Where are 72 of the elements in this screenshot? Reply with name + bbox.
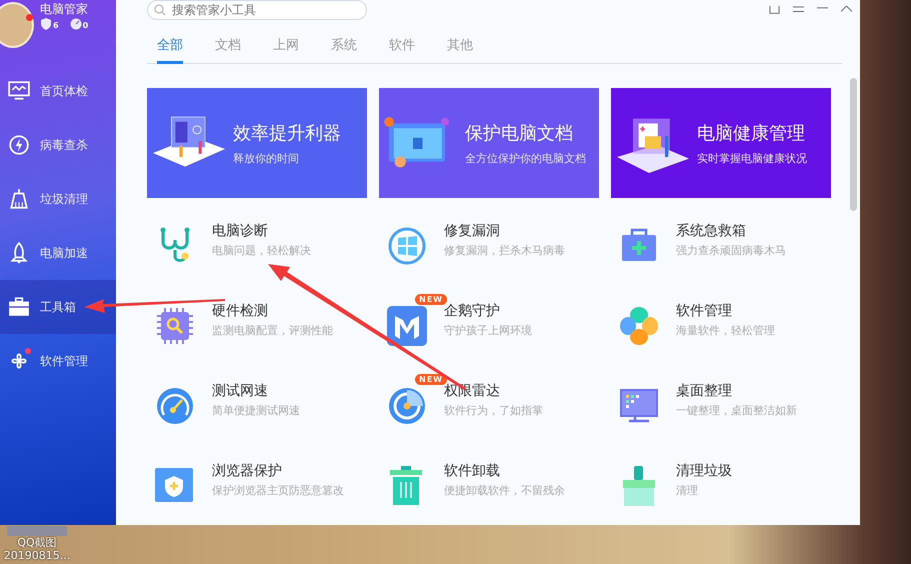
tool-item[interactable]: 系统急救箱 强力查杀顽固病毒木马 bbox=[619, 214, 851, 294]
tool-item[interactable]: 硬件检测 监测电脑配置，评测性能 bbox=[155, 294, 387, 374]
toolbox-icon bbox=[8, 296, 30, 318]
sidebar-item[interactable]: 工具箱 bbox=[0, 280, 116, 334]
tool-title: 浏览器保护 bbox=[212, 462, 283, 480]
tool-title: 修复漏洞 bbox=[444, 222, 501, 240]
tool-title: 电脑诊断 bbox=[212, 222, 269, 240]
chip-icon bbox=[155, 306, 195, 346]
count-label: 6 bbox=[53, 21, 59, 30]
shield-icon bbox=[40, 18, 52, 30]
new-badge: NEW bbox=[415, 294, 447, 305]
sidebar-item[interactable]: 病毒查杀 bbox=[0, 118, 116, 172]
tool-item[interactable]: 浏览器保护 保护浏览器主页防恶意篡改 bbox=[155, 454, 387, 525]
tool-title: 软件管理 bbox=[676, 302, 733, 320]
radar-icon bbox=[387, 386, 427, 426]
banner-card[interactable]: 电脑健康管理 实时掌握电脑健康状况 bbox=[611, 88, 831, 198]
avatar bbox=[0, 2, 34, 48]
banner-title: 保护电脑文档 bbox=[465, 122, 574, 144]
count-label: 0 bbox=[82, 21, 88, 30]
tool-item[interactable]: 电脑诊断 电脑问题，轻松解决 bbox=[155, 214, 387, 294]
tool-title: 桌面整理 bbox=[676, 382, 733, 400]
lightning-icon bbox=[8, 134, 30, 156]
tool-description: 强力查杀顽固病毒木马 bbox=[676, 243, 786, 258]
windows-icon bbox=[387, 226, 427, 266]
tool-title: 软件卸载 bbox=[444, 462, 501, 480]
tool-item[interactable]: 桌面整理 一键整理，桌面整洁如新 bbox=[619, 374, 851, 454]
tool-item[interactable]: 修复漏洞 修复漏洞，拦杀木马病毒 bbox=[387, 214, 619, 294]
tool-description: 简单便捷测试网速 bbox=[212, 403, 300, 418]
tool-description: 便捷卸载软件，不留残余 bbox=[444, 483, 565, 498]
tool-description: 守护孩子上网环境 bbox=[444, 323, 532, 338]
tab[interactable]: 全部 bbox=[157, 30, 183, 64]
sidebar-item[interactable]: 电脑加速 bbox=[0, 226, 116, 280]
tool-item[interactable]: 软件管理 海量软件，轻松管理 bbox=[619, 294, 851, 374]
tool-description: 电脑问题，轻松解决 bbox=[212, 243, 311, 258]
tool-item[interactable]: 测试网速 简单便捷测试网速 bbox=[155, 374, 387, 454]
banner-subtitle: 全方位保护你的电脑文档 bbox=[465, 150, 586, 166]
search-field[interactable]: 搜索管家小工具 bbox=[147, 0, 367, 20]
tool-item[interactable]: 清理垃圾 清理 bbox=[619, 454, 851, 525]
tool-description: 软件行为，了如指掌 bbox=[444, 403, 543, 418]
tool-title: 清理垃圾 bbox=[676, 462, 732, 480]
tool-title: 企鹅守护 bbox=[444, 302, 501, 320]
tool-description: 清理 bbox=[676, 483, 699, 498]
tool-title: 测试网速 bbox=[212, 382, 269, 400]
shield-app-icon bbox=[387, 306, 427, 346]
tool-title: 系统急救箱 bbox=[676, 222, 747, 240]
scrollbar[interactable] bbox=[850, 78, 857, 211]
rocket-icon bbox=[8, 242, 30, 264]
tool-item[interactable]: NEW 企鹅守护 守护孩子上网环境 bbox=[387, 294, 619, 374]
sidebar-item[interactable]: 首页体检 bbox=[0, 64, 116, 118]
banner-title: 效率提升利器 bbox=[233, 122, 341, 144]
app-title: 电脑管家 bbox=[40, 2, 89, 16]
banner-card[interactable]: 效率提升利器 释放你的时间 bbox=[147, 88, 367, 198]
monitor-icon bbox=[8, 80, 30, 102]
banner-card[interactable]: 保护电脑文档 全方位保护你的电脑文档 bbox=[379, 88, 599, 198]
banner-subtitle: 释放你的时间 bbox=[233, 150, 300, 166]
tool-description: 修复漏洞，拦杀木马病毒 bbox=[444, 243, 565, 258]
tool-description: 保护浏览器主页防恶意篡改 bbox=[212, 483, 344, 498]
tool-item[interactable]: 软件卸载 便捷卸载软件，不留残余 bbox=[387, 454, 619, 525]
banner-title: 电脑健康管理 bbox=[697, 122, 806, 144]
tool-description: 一键整理，桌面整洁如新 bbox=[676, 403, 797, 418]
tool-title: 硬件检测 bbox=[212, 302, 269, 320]
new-badge: NEW bbox=[415, 374, 447, 385]
banner-subtitle: 实时掌握电脑健康状况 bbox=[697, 150, 807, 166]
sidebar-item[interactable]: 软件管理 bbox=[0, 334, 116, 388]
search-icon bbox=[154, 4, 166, 16]
clover-icon bbox=[619, 306, 659, 346]
tool-description: 海量软件，轻松管理 bbox=[676, 323, 775, 338]
tool-description: 监测电脑配置，评测性能 bbox=[212, 323, 333, 338]
speedometer-icon bbox=[155, 386, 195, 426]
sidebar-item[interactable]: 垃圾清理 bbox=[0, 172, 116, 226]
broom-icon bbox=[8, 188, 30, 210]
speed-icon bbox=[70, 18, 82, 30]
